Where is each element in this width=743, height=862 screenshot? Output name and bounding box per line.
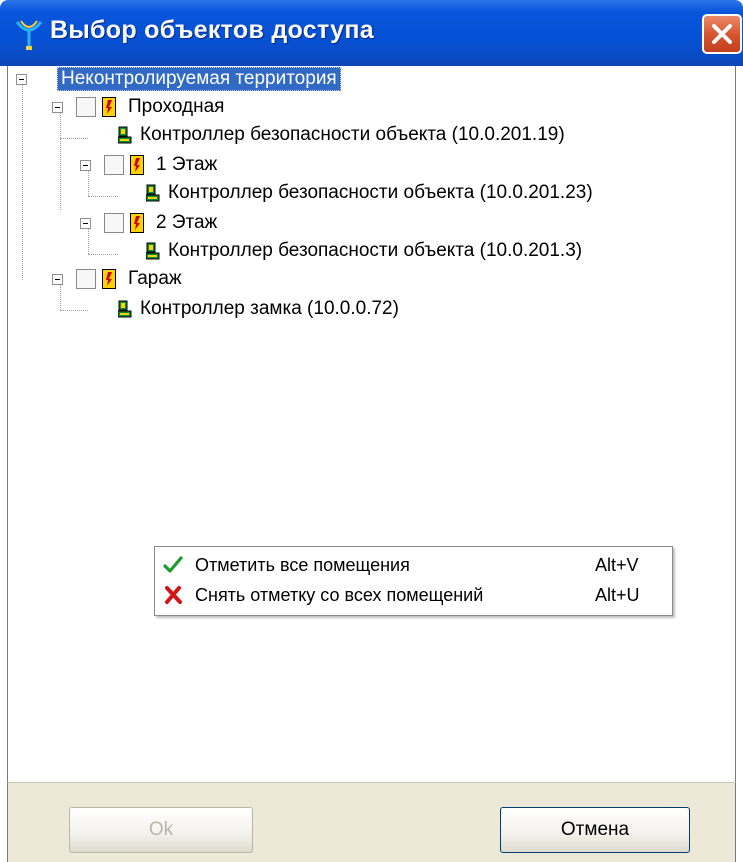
tree-line: [22, 80, 23, 280]
collapse-icon[interactable]: [52, 102, 63, 113]
door-icon: [102, 97, 116, 117]
context-menu: Отметить все помещения Alt+V Снять отмет…: [154, 546, 673, 616]
controller-icon: [118, 300, 132, 318]
tree-line: [88, 196, 118, 197]
tree-item-controller[interactable]: Контроллер безопасности объекта (10.0.20…: [118, 122, 565, 148]
tree-line: [88, 254, 118, 255]
tree-root[interactable]: Неконтролируемая территория: [16, 66, 341, 92]
tree-item-zone[interactable]: Проходная: [52, 94, 224, 120]
menu-item-label: Снять отметку со всех помещений: [195, 585, 484, 605]
zone-checkbox[interactable]: [104, 155, 124, 175]
menu-item-shortcut: Alt+V: [595, 555, 639, 575]
tree-item-label: Контроллер замка (10.0.0.72): [140, 298, 399, 319]
tree-item-label: Проходная: [128, 96, 225, 117]
collapse-icon[interactable]: [52, 274, 63, 285]
access-objects-dialog: Выбор объектов доступа Неконтролируемая …: [0, 0, 743, 862]
tree-item-controller[interactable]: Контроллер замка (10.0.0.72): [118, 296, 399, 322]
button-panel: Ok Отмена: [7, 782, 736, 862]
tree-line: [60, 138, 88, 139]
menu-item-shortcut: Alt+U: [595, 585, 640, 605]
door-icon: [130, 155, 144, 175]
menu-item-label: Отметить все помещения: [195, 555, 410, 575]
menu-item-check-all[interactable]: Отметить все помещения Alt+V: [155, 551, 672, 579]
zone-checkbox[interactable]: [104, 213, 124, 233]
controller-icon: [118, 126, 132, 144]
zone-checkbox[interactable]: [76, 97, 96, 117]
tree-item-zone[interactable]: 1 Этаж: [80, 152, 217, 178]
collapse-icon[interactable]: [16, 74, 27, 85]
ok-button[interactable]: Ok: [69, 807, 253, 853]
tree-item-label: 2 Этаж: [156, 212, 218, 233]
objects-tree: Неконтролируемая территория Проходная Ко…: [8, 66, 735, 782]
tree-item-controller[interactable]: Контроллер безопасности объекта (10.0.20…: [146, 180, 593, 206]
tree-item-label: Контроллер безопасности объекта (10.0.20…: [168, 240, 583, 261]
cross-icon: [165, 586, 182, 604]
tree-item-label: Контроллер безопасности объекта (10.0.20…: [140, 124, 565, 145]
controller-icon: [146, 242, 160, 260]
title-bar[interactable]: Выбор объектов доступа: [0, 0, 743, 66]
tree-item-label: Контроллер безопасности объекта (10.0.20…: [168, 182, 593, 203]
tree-item-label: Гараж: [128, 268, 182, 289]
controller-icon: [146, 184, 160, 202]
close-icon: [712, 24, 732, 44]
check-icon: [163, 556, 183, 573]
tree-item-zone[interactable]: Гараж: [52, 266, 182, 292]
door-icon: [130, 213, 144, 233]
zone-checkbox[interactable]: [76, 269, 96, 289]
door-icon: [102, 269, 116, 289]
tree-item-label: 1 Этаж: [156, 154, 218, 175]
menu-item-uncheck-all[interactable]: Снять отметку со всех помещений Alt+U: [155, 581, 672, 609]
collapse-icon[interactable]: [80, 160, 91, 171]
tree-root-label: Неконтролируемая территория: [57, 67, 341, 91]
antenna-icon: [15, 20, 43, 50]
tree-line: [60, 138, 61, 210]
window-title: Выбор объектов доступа: [50, 16, 374, 44]
tree-item-zone[interactable]: 2 Этаж: [80, 210, 217, 236]
tree-item-controller[interactable]: Контроллер безопасности объекта (10.0.20…: [146, 238, 582, 264]
close-button[interactable]: [702, 14, 742, 54]
collapse-icon[interactable]: [80, 218, 91, 229]
tree-line: [60, 310, 88, 311]
tree-panel[interactable]: Неконтролируемая территория Проходная Ко…: [7, 66, 736, 782]
cancel-button[interactable]: Отмена: [500, 807, 690, 853]
